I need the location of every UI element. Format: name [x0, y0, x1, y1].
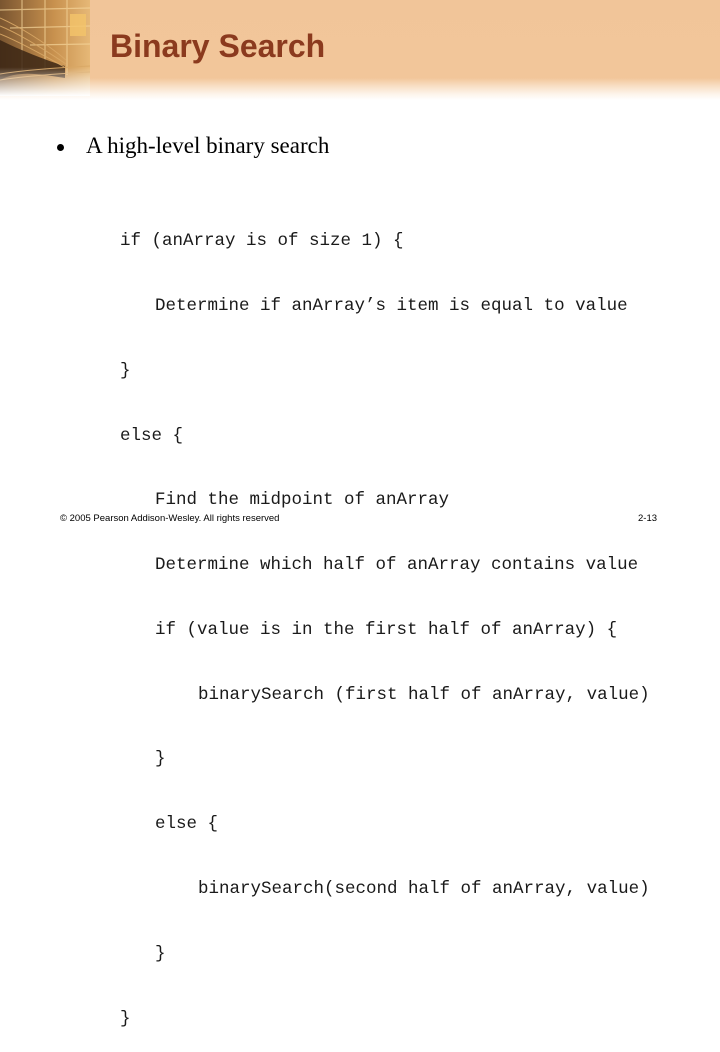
header-band: [0, 0, 720, 100]
code-line: Determine if anArray’s item is equal to …: [120, 296, 650, 318]
code-line: else {: [120, 814, 650, 836]
code-text: if (anArray is of size 1) {: [120, 231, 404, 252]
footer-copyright: © 2005 Pearson Addison-Wesley. All right…: [60, 513, 280, 524]
slide-title: Binary Search: [110, 28, 326, 64]
code-line: Find the midpoint of anArray: [120, 490, 650, 512]
code-line: if (anArray is of size 1) {: [120, 231, 650, 253]
code-text: else {: [155, 814, 219, 835]
code-text: Find the midpoint of anArray: [155, 490, 450, 511]
code-text: Determine which half of anArray contains…: [155, 555, 639, 576]
bullet-text: A high-level binary search: [86, 133, 330, 158]
code-line: }: [120, 361, 650, 383]
slide-page-number: 2-13: [638, 513, 658, 524]
code-text: binarySearch (first half of anArray, val…: [198, 684, 650, 705]
code-text: Determine if anArray’s item is equal to …: [155, 295, 628, 316]
code-line: }: [120, 749, 650, 771]
header-staircase-photo: [0, 0, 90, 96]
code-line: else {: [120, 426, 650, 448]
code-text: else {: [120, 425, 184, 446]
code-line: if (value is in the first half of anArra…: [120, 620, 650, 642]
pseudocode-block: if (anArray is of size 1) { Determine if…: [120, 188, 650, 1052]
bullet-item: A high-level binary search: [57, 132, 329, 160]
code-line: binarySearch (first half of anArray, val…: [120, 685, 650, 707]
bullet-icon: [57, 143, 64, 151]
code-line: Determine which half of anArray contains…: [120, 555, 650, 577]
code-text: if (value is in the first half of anArra…: [155, 619, 618, 640]
code-line: binarySearch(second half of anArray, val…: [120, 879, 650, 901]
code-line: }: [120, 1009, 650, 1031]
code-text: }: [155, 749, 166, 770]
code-text: binarySearch(second half of anArray, val…: [198, 879, 650, 899]
code-text: }: [120, 360, 131, 381]
code-text: }: [155, 943, 166, 964]
code-text: }: [120, 1008, 131, 1029]
code-line: }: [120, 944, 650, 966]
